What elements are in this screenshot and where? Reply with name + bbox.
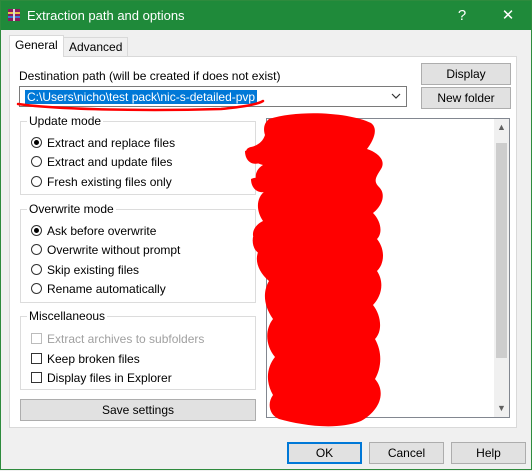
chevron-down-icon[interactable]	[390, 90, 402, 102]
vertical-scrollbar[interactable]: ▲ ▼	[494, 119, 509, 417]
tab-general[interactable]: General	[9, 35, 64, 57]
radio-label: Rename automatically	[47, 282, 166, 296]
folder-tree-view[interactable]: ▲ ▼	[266, 118, 510, 418]
radio-label: Ask before overwrite	[47, 224, 157, 238]
miscellaneous-title: Miscellaneous	[27, 309, 108, 323]
radio-label: Extract and update files	[47, 155, 173, 169]
checkbox-label: Display files in Explorer	[47, 371, 172, 385]
radio-button-selected[interactable]	[31, 225, 42, 236]
checkbox[interactable]	[31, 353, 42, 364]
update-mode-title: Update mode	[27, 114, 104, 128]
scroll-down-icon[interactable]: ▼	[494, 400, 509, 417]
ok-button[interactable]: OK	[287, 442, 362, 464]
extraction-dialog: Extraction path and options ? ✕ General …	[0, 0, 532, 470]
close-button[interactable]: ✕	[485, 1, 531, 30]
save-settings-button[interactable]: Save settings	[20, 399, 256, 421]
radio-button[interactable]	[31, 264, 42, 275]
radio-button[interactable]	[31, 176, 42, 187]
radio-label: Extract and replace files	[47, 136, 176, 150]
close-icon: ✕	[501, 7, 515, 24]
radio-button-selected[interactable]	[31, 137, 42, 148]
radio-label: Fresh existing files only	[47, 175, 172, 189]
checkbox-label: Extract archives to subfolders	[47, 332, 205, 346]
miscellaneous-group: Miscellaneous Extract archives to subfol…	[20, 309, 256, 390]
checkbox-disabled	[31, 333, 42, 344]
destination-path-value[interactable]: C:\Users\nicho\test pack\nic-s-detailed-…	[25, 90, 258, 104]
radio-label: Skip existing files	[47, 263, 140, 277]
winrar-app-icon	[8, 9, 20, 21]
destination-path-combobox[interactable]: C:\Users\nicho\test pack\nic-s-detailed-…	[19, 86, 407, 107]
display-button[interactable]: Display	[421, 63, 511, 85]
radio-button[interactable]	[31, 244, 42, 255]
scrollbar-thumb[interactable]	[496, 143, 507, 358]
destination-path-label: Destination path (will be created if doe…	[19, 69, 281, 83]
window-title: Extraction path and options	[27, 8, 185, 23]
radio-button[interactable]	[31, 283, 42, 294]
title-help-button[interactable]: ?	[439, 1, 485, 30]
tab-advanced[interactable]: Advanced	[63, 37, 129, 57]
update-mode-group: Update mode Extract and replace files Ex…	[20, 114, 256, 195]
overwrite-mode-title: Overwrite mode	[27, 202, 116, 216]
checkbox[interactable]	[31, 372, 42, 383]
radio-button[interactable]	[31, 156, 42, 167]
scroll-up-icon[interactable]: ▲	[494, 119, 509, 136]
help-button[interactable]: Help	[451, 442, 526, 464]
title-bar[interactable]: Extraction path and options ? ✕	[1, 1, 531, 30]
radio-label: Overwrite without prompt	[47, 243, 181, 257]
new-folder-button[interactable]: New folder	[421, 87, 511, 109]
overwrite-mode-group: Overwrite mode Ask before overwrite Over…	[20, 202, 256, 303]
cancel-button[interactable]: Cancel	[369, 442, 444, 464]
checkbox-label: Keep broken files	[47, 352, 140, 366]
